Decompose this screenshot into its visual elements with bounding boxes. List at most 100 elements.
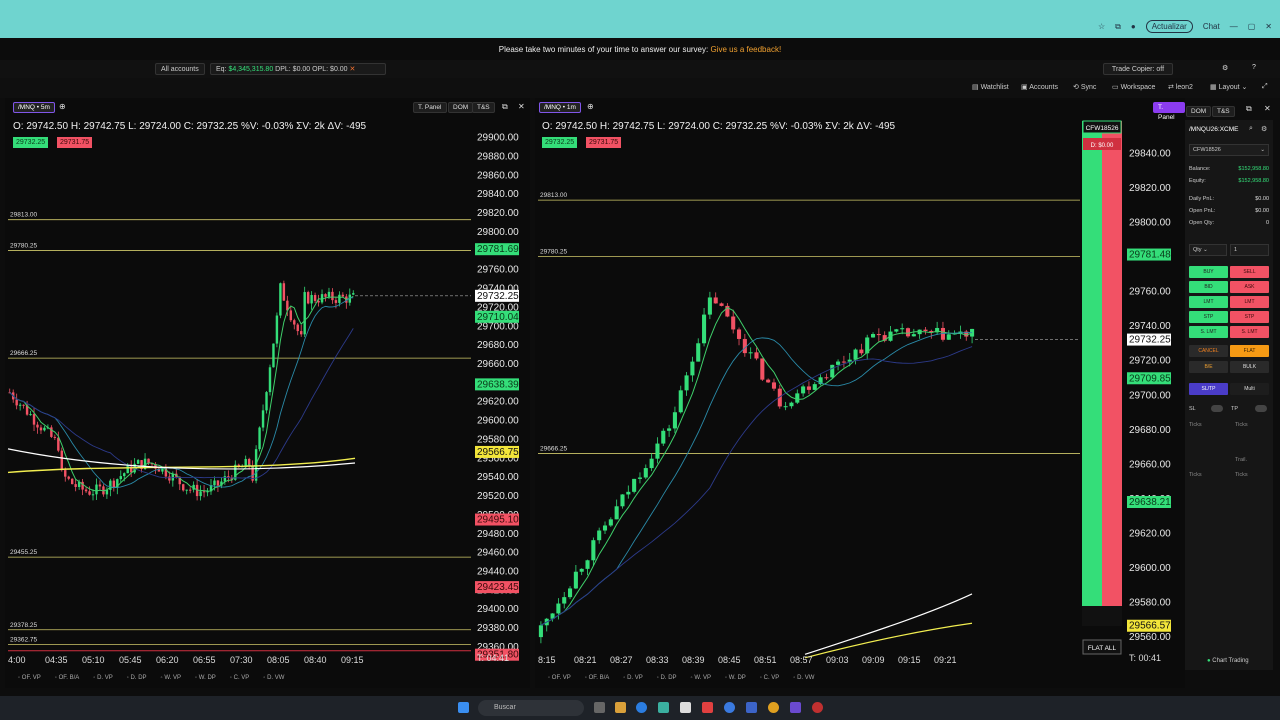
app-icon[interactable]: [658, 702, 669, 713]
add-icon[interactable]: ⊕: [587, 102, 594, 111]
indicator-toggle[interactable]: ◦ W. VP: [161, 675, 181, 681]
search-icon[interactable]: ⌕: [1249, 125, 1253, 133]
file-explorer-icon[interactable]: [615, 702, 626, 713]
task-view-icon[interactable]: [594, 702, 605, 713]
candle-body: [60, 450, 63, 471]
ts-button-right[interactable]: T&S: [1212, 106, 1235, 117]
close-icon[interactable]: ✕: [350, 66, 356, 73]
buy-button[interactable]: BUY: [1189, 266, 1228, 278]
close-icon[interactable]: ✕: [518, 102, 525, 111]
popout-icon[interactable]: ⧉: [1246, 104, 1252, 114]
maximize-icon[interactable]: ▢: [1248, 22, 1256, 31]
price-tag-label: 29710.04: [477, 312, 519, 323]
qty-input[interactable]: 1: [1230, 244, 1269, 256]
expand-icon[interactable]: ⤢: [1262, 83, 1268, 91]
app-icon[interactable]: [790, 702, 801, 713]
tpanel-button-right[interactable]: T. Panel: [1153, 102, 1185, 121]
gear-icon[interactable]: ⚙: [1261, 125, 1267, 133]
buy-slmt-button[interactable]: S. LMT: [1189, 326, 1228, 338]
ask-button[interactable]: ASK: [1230, 281, 1269, 293]
add-icon[interactable]: ⊕: [59, 102, 66, 111]
indicator-toggle[interactable]: ◦ OF. B/A: [585, 675, 609, 681]
watchlist-button[interactable]: ▤ Watchlist: [972, 83, 1009, 91]
app-icon[interactable]: [724, 702, 735, 713]
indicator-toggle[interactable]: ◦ D. DP: [127, 675, 147, 681]
popout-icon[interactable]: ⧉: [502, 102, 508, 112]
chart-canvas-left[interactable]: 29900.00 29880.00 29860.00 29840.00 29820.00…: [5, 118, 530, 688]
accounts-select[interactable]: All accounts ⌄: [155, 63, 205, 84]
ts-button-left[interactable]: T&S: [472, 102, 495, 113]
star-icon[interactable]: ☆: [1098, 22, 1105, 31]
open-pnl-label: Open PnL:: [1189, 208, 1216, 214]
accounts-button[interactable]: ▣ Accounts: [1021, 83, 1058, 91]
multi-tab[interactable]: Multi: [1230, 383, 1269, 395]
candle-body: [74, 484, 77, 487]
survey-link[interactable]: Give us a feedback!: [710, 45, 781, 54]
breakeven-button[interactable]: B/E: [1189, 361, 1228, 373]
chrome-icon[interactable]: [768, 702, 779, 713]
indicator-toggle[interactable]: ◦ D. DP: [657, 675, 677, 681]
buy-stp-button[interactable]: STP: [1189, 311, 1228, 323]
app-icon[interactable]: [746, 702, 757, 713]
user-button[interactable]: ⇄ leon2: [1168, 83, 1193, 91]
time-axis-label: 08:27: [610, 655, 633, 665]
layout-label: Layout: [1218, 84, 1240, 91]
indicator-toggle[interactable]: ◦ D. VW: [793, 675, 814, 681]
edge-icon[interactable]: [636, 702, 647, 713]
indicator-toggle[interactable]: ◦ C. VP: [230, 675, 249, 681]
cancel-button[interactable]: CANCEL: [1189, 345, 1228, 357]
help-icon[interactable]: ?: [1252, 64, 1256, 71]
indicator-toggle[interactable]: ◦ W. DP: [725, 675, 746, 681]
dom-button-left[interactable]: DOM: [448, 102, 474, 113]
bid-button[interactable]: BID: [1189, 281, 1228, 293]
symbol-selector-left[interactable]: /MNQ • 5m: [13, 102, 55, 113]
chart-canvas-right[interactable]: 29840.0029820.0029800.0029780.0029760.00…: [535, 118, 1185, 688]
bulk-button[interactable]: BULK: [1230, 361, 1269, 373]
indicator-toggle[interactable]: ◦ OF. VP: [18, 675, 41, 681]
extensions-icon[interactable]: ⧉: [1115, 22, 1121, 32]
windows-start-icon[interactable]: [458, 702, 469, 713]
dpl-value: DPL: $0.00: [275, 66, 311, 73]
tp-toggle[interactable]: [1255, 405, 1267, 412]
workspace-button[interactable]: ▭ Workspace: [1112, 83, 1155, 91]
chat-button[interactable]: Chat: [1203, 22, 1220, 31]
app-icon[interactable]: [812, 702, 823, 713]
indicator-toggle[interactable]: ◦ W. DP: [195, 675, 216, 681]
close-icon[interactable]: ✕: [1265, 22, 1272, 31]
sltp-tab[interactable]: SL/TP: [1189, 383, 1228, 395]
update-button[interactable]: Actualizar: [1145, 20, 1193, 33]
flat-button[interactable]: FLAT: [1230, 345, 1269, 357]
dom-button-right[interactable]: DOM: [1186, 106, 1212, 117]
settings-icon[interactable]: ⚙: [1222, 64, 1228, 72]
sell-button[interactable]: SELL: [1230, 266, 1269, 278]
indicator-toggle[interactable]: ◦ C. VP: [760, 675, 779, 681]
layout-button[interactable]: ▦ Layout ⌄: [1210, 83, 1247, 91]
indicator-toggle[interactable]: ◦ OF. B/A: [55, 675, 79, 681]
sync-button[interactable]: ⟲ Sync: [1073, 83, 1096, 91]
candle-body: [760, 358, 765, 380]
app-icon[interactable]: [680, 702, 691, 713]
profile-avatar[interactable]: ●: [1131, 22, 1136, 31]
minimize-icon[interactable]: —: [1230, 22, 1238, 31]
indicator-toggle[interactable]: ◦ W. VP: [691, 675, 711, 681]
price-tag-label: 29781.48: [1129, 250, 1171, 261]
indicator-toggle[interactable]: ◦ D. VP: [623, 675, 642, 681]
close-icon[interactable]: ✕: [1264, 104, 1271, 113]
eq-label: Eq:: [216, 66, 229, 73]
indicator-toggle[interactable]: ◦ D. VW: [263, 675, 284, 681]
indicator-toggle[interactable]: ◦ D. VP: [93, 675, 112, 681]
qty-mode-select[interactable]: Qty ⌄: [1189, 244, 1227, 256]
sell-stp-button[interactable]: STP: [1230, 311, 1269, 323]
symbol-selector-right[interactable]: /MNQ • 1m: [539, 102, 581, 113]
candle-body: [859, 349, 864, 354]
account-select[interactable]: CFW18526 ⌄: [1189, 144, 1269, 156]
indicator-toggle[interactable]: ◦ OF. VP: [548, 675, 571, 681]
sl-toggle[interactable]: [1211, 405, 1223, 412]
app-icon[interactable]: [702, 702, 713, 713]
sell-lmt-button[interactable]: LMT: [1230, 296, 1269, 308]
tpanel-button-left[interactable]: T. Panel: [413, 102, 447, 113]
sell-slmt-button[interactable]: S. LMT: [1230, 326, 1269, 338]
taskbar-search[interactable]: Buscar: [478, 700, 584, 716]
buy-lmt-button[interactable]: LMT: [1189, 296, 1228, 308]
trade-copier-button[interactable]: Trade Copier: off: [1103, 63, 1173, 75]
